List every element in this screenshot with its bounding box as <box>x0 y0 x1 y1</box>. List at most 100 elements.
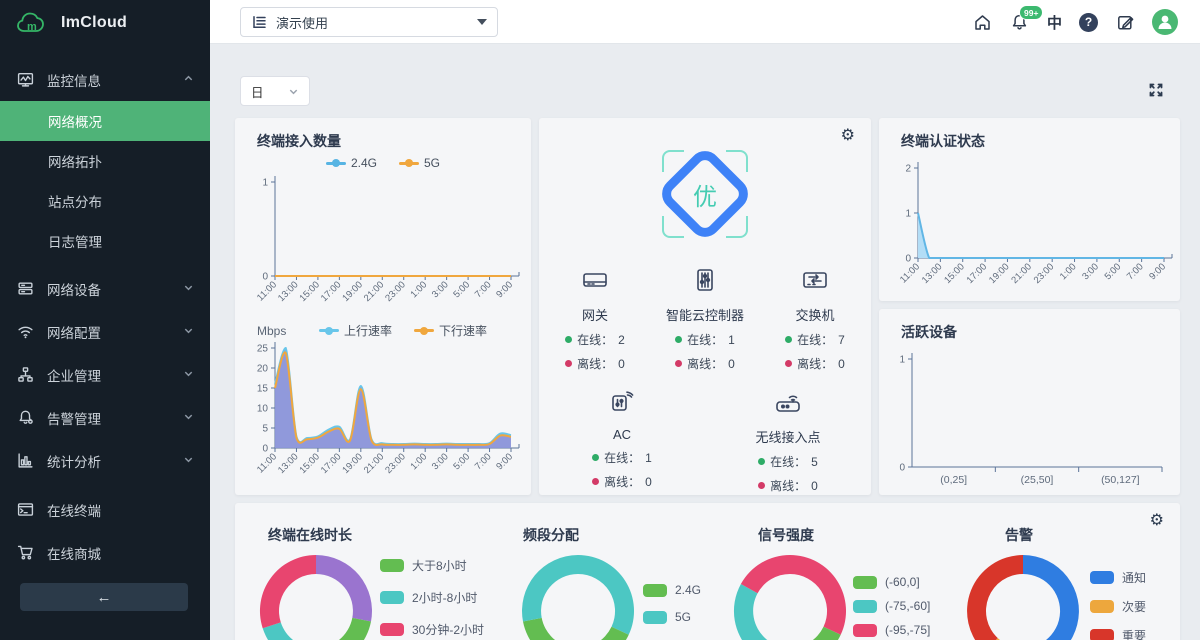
legend-item[interactable]: (-95,-75] <box>853 623 930 637</box>
offline-dot <box>675 360 682 367</box>
sidebar-item-statistics[interactable]: 统计分析 <box>0 439 210 482</box>
device-wireless-ap[interactable]: 无线接入点 在线：5 离线：0 <box>705 388 871 494</box>
chevron-down-icon <box>288 86 299 97</box>
sidebar-item-network-overview[interactable]: 网络概况 <box>0 101 210 141</box>
help-icon[interactable]: ? <box>1079 13 1098 32</box>
svg-text:(0,25]: (0,25] <box>940 474 967 486</box>
period-select[interactable]: 日 <box>240 76 310 106</box>
feedback-compose-icon[interactable] <box>1115 12 1135 32</box>
auth-status-chart: 01211:0013:0015:0017:0019:0021:0023:001:… <box>884 156 1174 298</box>
legend-item-24g[interactable]: 2.4G <box>326 156 377 170</box>
online-dot <box>758 458 765 465</box>
legend-item[interactable]: (-75,-60] <box>853 599 930 613</box>
alerts-donut <box>965 553 1081 640</box>
offline-count: 0 <box>728 357 735 371</box>
device-cloud-controller[interactable]: 智能云控制器 在线：1 离线：0 <box>650 266 760 372</box>
svg-text:19:00: 19:00 <box>987 261 1012 286</box>
terminal-access-chart: 0111:0013:0015:0017:0019:0021:0023:001:0… <box>243 174 523 322</box>
device-gateway[interactable]: 网关 在线：2 离线：0 <box>540 266 650 372</box>
notifications-bell-icon[interactable]: 99+ <box>1010 12 1030 32</box>
sidebar-item-network-config[interactable]: 网络配置 <box>0 310 210 353</box>
brand-name: ImCloud <box>61 14 127 32</box>
online-count: 2 <box>618 333 625 347</box>
svg-text:21:00: 21:00 <box>1009 261 1034 286</box>
legend-item[interactable]: 2小时-8小时 <box>380 589 484 606</box>
home-icon[interactable] <box>973 12 993 32</box>
legend-item[interactable]: 次要 <box>1090 598 1146 615</box>
language-toggle[interactable]: 中 <box>1047 12 1062 33</box>
throughput-chart: 051015202511:0013:0015:0017:0019:0021:00… <box>243 340 523 492</box>
sidebar-collapse-button[interactable]: ← <box>20 583 188 611</box>
server-icon <box>17 280 34 297</box>
alert-bell-icon <box>17 409 34 426</box>
app-root: m ImCloud 监控信息 网络概况 网络拓扑 站点分布 日志管理 网络设备 <box>0 0 1200 640</box>
sidebar-item-enterprise-management[interactable]: 企业管理 <box>0 353 210 396</box>
svg-text:21:00: 21:00 <box>362 451 387 476</box>
legend-item-uplink[interactable]: 上行速率 <box>319 322 392 339</box>
active-devices-chart: 01(0,25](25,50](50,127] <box>884 343 1174 493</box>
sidebar-item-site-distribution[interactable]: 站点分布 <box>0 181 210 221</box>
svg-text:15:00: 15:00 <box>297 451 322 476</box>
legend-item[interactable]: (-60,0] <box>853 575 930 589</box>
topbar-actions: 99+ 中 ? <box>973 0 1178 44</box>
settings-gear-icon[interactable]: ⚙ <box>841 128 855 144</box>
donut-legend: (-60,0] (-75,-60] (-95,-75] <box>853 575 930 637</box>
terminal-icon <box>17 501 34 518</box>
health-grade: 优 <box>662 150 748 238</box>
legend-item[interactable]: 大于8小时 <box>380 557 484 574</box>
section-title: 终端在线时长 <box>268 525 352 545</box>
svg-text:9:00: 9:00 <box>1147 261 1168 282</box>
sidebar-item-alert-management[interactable]: 告警管理 <box>0 396 210 439</box>
svg-text:19:00: 19:00 <box>340 451 365 476</box>
offline-dot <box>758 482 765 489</box>
svg-text:3:00: 3:00 <box>430 279 451 300</box>
legend-item[interactable]: 2.4G <box>643 583 701 597</box>
legend-item-5g[interactable]: 5G <box>399 156 440 170</box>
svg-text:21:00: 21:00 <box>362 279 387 304</box>
donut-legend: 通知 次要 重要 <box>1090 569 1146 640</box>
sidebar-item-online-store[interactable]: 在线商城 <box>0 531 210 574</box>
cart-icon <box>17 544 34 561</box>
wifi-icon <box>17 323 34 340</box>
offline-count: 0 <box>618 357 625 371</box>
monitor-chart-icon <box>17 71 34 88</box>
card-title: 终端接入数量 <box>257 131 341 151</box>
sidebar-item-monitor-info[interactable]: 监控信息 <box>0 58 210 101</box>
user-avatar[interactable] <box>1152 9 1178 35</box>
sidebar-item-log-management[interactable]: 日志管理 <box>0 221 210 261</box>
wireless-ap-icon <box>773 403 803 420</box>
donut-legend: 大于8小时 2小时-8小时 30分钟-2小时 <box>380 557 484 638</box>
chevron-down-icon <box>183 453 194 468</box>
brand-logo: m ImCloud <box>0 0 210 46</box>
legend-item[interactable]: 重要 <box>1090 627 1146 640</box>
svg-text:11:00: 11:00 <box>255 451 279 475</box>
legend-item-downlink[interactable]: 下行速率 <box>414 322 487 339</box>
svg-text:23:00: 23:00 <box>383 451 408 476</box>
org-selector-value: 演示使用 <box>276 13 468 32</box>
card-active-devices: 活跃设备 01(0,25](25,50](50,127] <box>879 309 1180 495</box>
svg-text:0: 0 <box>905 254 911 265</box>
online-dot <box>785 336 792 343</box>
svg-text:2: 2 <box>905 164 911 175</box>
org-selector-dropdown[interactable]: 演示使用 <box>240 7 498 37</box>
svg-text:13:00: 13:00 <box>920 261 945 286</box>
sidebar-item-network-devices[interactable]: 网络设备 <box>0 267 210 310</box>
card-auth-status: 终端认证状态 01211:0013:0015:0017:0019:0021:00… <box>879 118 1180 301</box>
settings-gear-icon[interactable]: ⚙ <box>1150 513 1164 529</box>
sidebar-item-online-terminals[interactable]: 在线终端 <box>0 488 210 531</box>
svg-text:11:00: 11:00 <box>255 279 279 303</box>
svg-text:7:00: 7:00 <box>473 451 494 472</box>
legend-item[interactable]: 通知 <box>1090 569 1146 586</box>
svg-text:13:00: 13:00 <box>276 279 301 304</box>
fullscreen-icon[interactable] <box>1146 80 1166 100</box>
legend-item[interactable]: 5G <box>643 610 701 624</box>
device-ac[interactable]: AC 在线：1 离线：0 <box>539 388 705 494</box>
sidebar-item-network-topology[interactable]: 网络拓扑 <box>0 141 210 181</box>
svg-text:15: 15 <box>257 384 269 395</box>
svg-text:5:00: 5:00 <box>451 451 472 472</box>
legend-item[interactable]: 30分钟-2小时 <box>380 621 484 638</box>
online-count: 7 <box>838 333 845 347</box>
online-count: 1 <box>645 451 652 465</box>
chevron-up-icon <box>183 72 194 87</box>
device-switch[interactable]: 交换机 在线：7 离线：0 <box>760 266 870 372</box>
